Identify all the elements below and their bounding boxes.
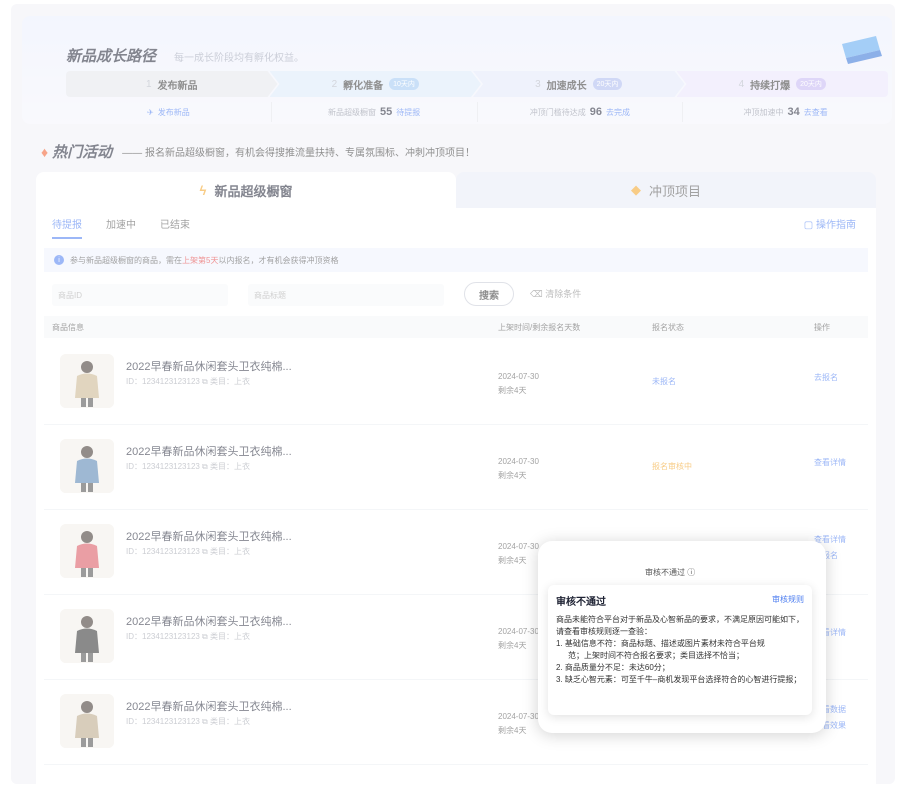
review-status-label[interactable]: 审核不通过 ⓘ xyxy=(645,567,695,578)
tooltip-intro: 商品未能符合平台对于新品及心智新品的要求，不满足原因可能如下，请查看审核规则逐一… xyxy=(556,615,804,636)
tooltip-body: 商品未能符合平台对于新品及心智新品的要求，不满足原因可能如下，请查看审核规则逐一… xyxy=(556,614,804,686)
tooltip-item-1: 1. 基础信息不符：商品标题、描述或图片素材未符合平台规 xyxy=(556,639,765,648)
tooltip-title: 审核不通过 xyxy=(556,597,606,608)
review-tooltip: 审核不通过 审核规则 商品未能符合平台对于新品及心智新品的要求，不满足原因可能如… xyxy=(548,585,812,715)
tooltip-item-2: 2. 商品质量分不足：未达60分； xyxy=(556,663,670,672)
tooltip-item-1-cont: 范；上架时间不符合报名要求；类目选择不恰当； xyxy=(568,651,744,660)
review-rules-link[interactable]: 审核规则 xyxy=(772,594,804,605)
review-status-popup: 审核不通过 ⓘ 审核不通过 审核规则 商品未能符合平台对于新品及心智新品的要求，… xyxy=(538,541,826,733)
tooltip-item-3: 3. 缺乏心智元素：可至千牛–商机发现平台选择符合的心智进行提报； xyxy=(556,675,802,684)
